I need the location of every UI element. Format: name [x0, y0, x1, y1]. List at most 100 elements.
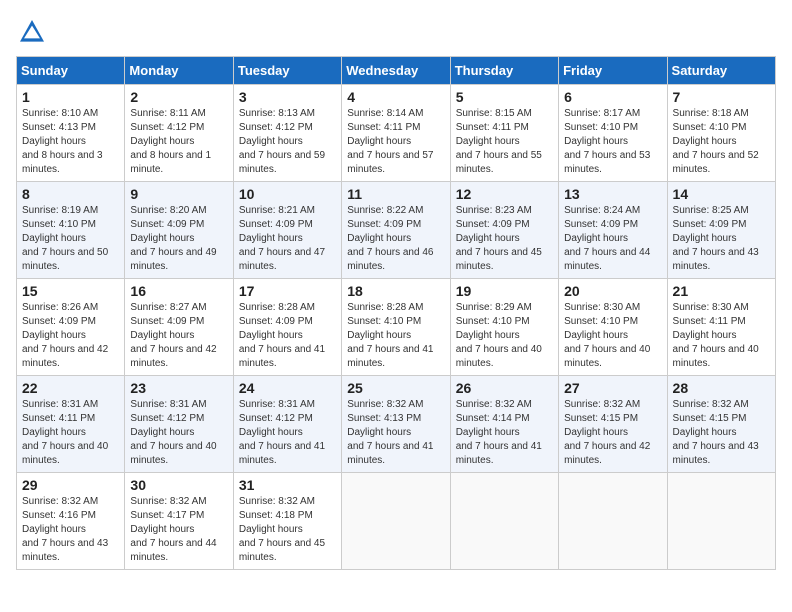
- day-detail: Sunrise: 8:31 AM Sunset: 4:12 PM Dayligh…: [239, 398, 336, 468]
- week-row-4: 22 Sunrise: 8:31 AM Sunset: 4:11 PM Dayl…: [17, 376, 776, 473]
- day-number: 15: [22, 283, 119, 299]
- day-number: 11: [347, 186, 444, 202]
- day-detail: Sunrise: 8:32 AM Sunset: 4:15 PM Dayligh…: [673, 398, 770, 468]
- day-cell: 1 Sunrise: 8:10 AM Sunset: 4:13 PM Dayli…: [17, 85, 125, 182]
- day-number: 8: [22, 186, 119, 202]
- day-cell: 6 Sunrise: 8:17 AM Sunset: 4:10 PM Dayli…: [559, 85, 667, 182]
- header-tuesday: Tuesday: [233, 57, 341, 85]
- day-number: 22: [22, 380, 119, 396]
- day-detail: Sunrise: 8:13 AM Sunset: 4:12 PM Dayligh…: [239, 107, 336, 177]
- day-detail: Sunrise: 8:30 AM Sunset: 4:10 PM Dayligh…: [564, 301, 661, 371]
- day-number: 12: [456, 186, 553, 202]
- day-cell: 29 Sunrise: 8:32 AM Sunset: 4:16 PM Dayl…: [17, 473, 125, 570]
- day-detail: Sunrise: 8:15 AM Sunset: 4:11 PM Dayligh…: [456, 107, 553, 177]
- day-detail: Sunrise: 8:32 AM Sunset: 4:14 PM Dayligh…: [456, 398, 553, 468]
- day-cell: 26 Sunrise: 8:32 AM Sunset: 4:14 PM Dayl…: [450, 376, 558, 473]
- day-number: 1: [22, 89, 119, 105]
- day-cell: 5 Sunrise: 8:15 AM Sunset: 4:11 PM Dayli…: [450, 85, 558, 182]
- calendar: SundayMondayTuesdayWednesdayThursdayFrid…: [16, 56, 776, 570]
- header-saturday: Saturday: [667, 57, 775, 85]
- day-detail: Sunrise: 8:29 AM Sunset: 4:10 PM Dayligh…: [456, 301, 553, 371]
- day-cell: 31 Sunrise: 8:32 AM Sunset: 4:18 PM Dayl…: [233, 473, 341, 570]
- day-cell: 3 Sunrise: 8:13 AM Sunset: 4:12 PM Dayli…: [233, 85, 341, 182]
- day-number: 27: [564, 380, 661, 396]
- day-detail: Sunrise: 8:17 AM Sunset: 4:10 PM Dayligh…: [564, 107, 661, 177]
- day-cell: 21 Sunrise: 8:30 AM Sunset: 4:11 PM Dayl…: [667, 279, 775, 376]
- day-detail: Sunrise: 8:14 AM Sunset: 4:11 PM Dayligh…: [347, 107, 444, 177]
- day-detail: Sunrise: 8:23 AM Sunset: 4:09 PM Dayligh…: [456, 204, 553, 274]
- day-cell: [450, 473, 558, 570]
- day-number: 4: [347, 89, 444, 105]
- day-detail: Sunrise: 8:32 AM Sunset: 4:13 PM Dayligh…: [347, 398, 444, 468]
- day-number: 29: [22, 477, 119, 493]
- day-number: 6: [564, 89, 661, 105]
- day-cell: 20 Sunrise: 8:30 AM Sunset: 4:10 PM Dayl…: [559, 279, 667, 376]
- day-number: 10: [239, 186, 336, 202]
- day-number: 9: [130, 186, 227, 202]
- week-row-2: 8 Sunrise: 8:19 AM Sunset: 4:10 PM Dayli…: [17, 182, 776, 279]
- day-cell: 23 Sunrise: 8:31 AM Sunset: 4:12 PM Dayl…: [125, 376, 233, 473]
- day-cell: 17 Sunrise: 8:28 AM Sunset: 4:09 PM Dayl…: [233, 279, 341, 376]
- day-detail: Sunrise: 8:27 AM Sunset: 4:09 PM Dayligh…: [130, 301, 227, 371]
- day-cell: 8 Sunrise: 8:19 AM Sunset: 4:10 PM Dayli…: [17, 182, 125, 279]
- day-cell: 12 Sunrise: 8:23 AM Sunset: 4:09 PM Dayl…: [450, 182, 558, 279]
- day-number: 17: [239, 283, 336, 299]
- day-detail: Sunrise: 8:31 AM Sunset: 4:11 PM Dayligh…: [22, 398, 119, 468]
- page-header: [16, 16, 776, 48]
- day-detail: Sunrise: 8:19 AM Sunset: 4:10 PM Dayligh…: [22, 204, 119, 274]
- logo-icon: [16, 16, 48, 48]
- day-number: 24: [239, 380, 336, 396]
- day-cell: 28 Sunrise: 8:32 AM Sunset: 4:15 PM Dayl…: [667, 376, 775, 473]
- day-cell: 10 Sunrise: 8:21 AM Sunset: 4:09 PM Dayl…: [233, 182, 341, 279]
- day-number: 2: [130, 89, 227, 105]
- day-detail: Sunrise: 8:32 AM Sunset: 4:16 PM Dayligh…: [22, 495, 119, 565]
- day-detail: Sunrise: 8:24 AM Sunset: 4:09 PM Dayligh…: [564, 204, 661, 274]
- day-detail: Sunrise: 8:22 AM Sunset: 4:09 PM Dayligh…: [347, 204, 444, 274]
- logo: [16, 16, 52, 48]
- day-number: 5: [456, 89, 553, 105]
- day-number: 14: [673, 186, 770, 202]
- day-detail: Sunrise: 8:20 AM Sunset: 4:09 PM Dayligh…: [130, 204, 227, 274]
- day-number: 20: [564, 283, 661, 299]
- day-detail: Sunrise: 8:28 AM Sunset: 4:10 PM Dayligh…: [347, 301, 444, 371]
- header-monday: Monday: [125, 57, 233, 85]
- day-cell: 14 Sunrise: 8:25 AM Sunset: 4:09 PM Dayl…: [667, 182, 775, 279]
- day-number: 13: [564, 186, 661, 202]
- day-cell: 2 Sunrise: 8:11 AM Sunset: 4:12 PM Dayli…: [125, 85, 233, 182]
- day-detail: Sunrise: 8:32 AM Sunset: 4:17 PM Dayligh…: [130, 495, 227, 565]
- week-row-5: 29 Sunrise: 8:32 AM Sunset: 4:16 PM Dayl…: [17, 473, 776, 570]
- day-cell: 27 Sunrise: 8:32 AM Sunset: 4:15 PM Dayl…: [559, 376, 667, 473]
- day-detail: Sunrise: 8:31 AM Sunset: 4:12 PM Dayligh…: [130, 398, 227, 468]
- day-cell: 16 Sunrise: 8:27 AM Sunset: 4:09 PM Dayl…: [125, 279, 233, 376]
- day-number: 25: [347, 380, 444, 396]
- day-cell: [559, 473, 667, 570]
- day-number: 26: [456, 380, 553, 396]
- day-number: 21: [673, 283, 770, 299]
- day-cell: 7 Sunrise: 8:18 AM Sunset: 4:10 PM Dayli…: [667, 85, 775, 182]
- day-cell: 9 Sunrise: 8:20 AM Sunset: 4:09 PM Dayli…: [125, 182, 233, 279]
- day-number: 30: [130, 477, 227, 493]
- day-cell: 19 Sunrise: 8:29 AM Sunset: 4:10 PM Dayl…: [450, 279, 558, 376]
- day-number: 19: [456, 283, 553, 299]
- day-cell: 24 Sunrise: 8:31 AM Sunset: 4:12 PM Dayl…: [233, 376, 341, 473]
- day-cell: 15 Sunrise: 8:26 AM Sunset: 4:09 PM Dayl…: [17, 279, 125, 376]
- day-number: 31: [239, 477, 336, 493]
- day-cell: [667, 473, 775, 570]
- day-number: 18: [347, 283, 444, 299]
- day-detail: Sunrise: 8:32 AM Sunset: 4:18 PM Dayligh…: [239, 495, 336, 565]
- day-detail: Sunrise: 8:21 AM Sunset: 4:09 PM Dayligh…: [239, 204, 336, 274]
- calendar-header-row: SundayMondayTuesdayWednesdayThursdayFrid…: [17, 57, 776, 85]
- day-detail: Sunrise: 8:30 AM Sunset: 4:11 PM Dayligh…: [673, 301, 770, 371]
- header-thursday: Thursday: [450, 57, 558, 85]
- header-friday: Friday: [559, 57, 667, 85]
- day-cell: 18 Sunrise: 8:28 AM Sunset: 4:10 PM Dayl…: [342, 279, 450, 376]
- day-detail: Sunrise: 8:25 AM Sunset: 4:09 PM Dayligh…: [673, 204, 770, 274]
- day-number: 3: [239, 89, 336, 105]
- day-number: 7: [673, 89, 770, 105]
- day-number: 16: [130, 283, 227, 299]
- day-detail: Sunrise: 8:11 AM Sunset: 4:12 PM Dayligh…: [130, 107, 227, 177]
- day-cell: [342, 473, 450, 570]
- day-detail: Sunrise: 8:10 AM Sunset: 4:13 PM Dayligh…: [22, 107, 119, 177]
- day-cell: 4 Sunrise: 8:14 AM Sunset: 4:11 PM Dayli…: [342, 85, 450, 182]
- day-cell: 11 Sunrise: 8:22 AM Sunset: 4:09 PM Dayl…: [342, 182, 450, 279]
